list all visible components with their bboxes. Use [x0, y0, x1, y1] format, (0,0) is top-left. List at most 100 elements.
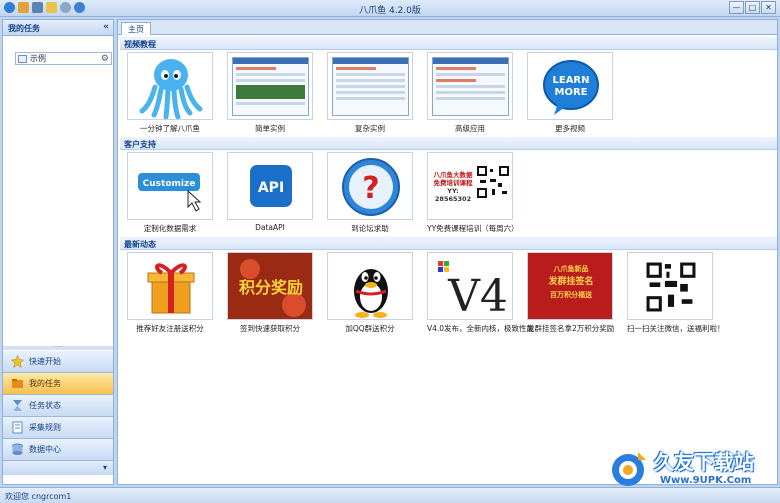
- question-icon: ?: [327, 152, 413, 220]
- card-caption: 到论坛求助: [351, 224, 389, 233]
- promo-line: 百万积分福送: [550, 291, 592, 299]
- watermark: 久友下载站 Www.9UPK.Com: [604, 446, 772, 490]
- nav-item-my-tasks[interactable]: 我的任务: [3, 373, 113, 395]
- minimize-button[interactable]: —: [729, 1, 744, 14]
- card-group-signature[interactable]: 八爪鱼新品 发群挂签名 百万积分福送 发群挂签名拿2万积分奖励: [527, 252, 615, 334]
- svg-text:V4: V4: [447, 271, 508, 320]
- promo-line: 发群挂签名: [548, 277, 594, 287]
- nav-label: 数据中心: [29, 445, 61, 454]
- star-icon: [10, 354, 25, 368]
- folder-icon: [11, 377, 24, 390]
- sidebar-title: 我的任务: [8, 24, 40, 33]
- webpage-icon: [227, 52, 313, 120]
- card-caption: 签到快速获取积分: [240, 324, 300, 333]
- nav-item-data-center[interactable]: 数据中心: [3, 439, 113, 461]
- card-caption: 发群挂签名拿2万积分奖励: [527, 324, 615, 333]
- close-button[interactable]: ✕: [761, 1, 776, 14]
- webpage-icon: [427, 52, 513, 120]
- hourglass-icon: [11, 399, 24, 412]
- card-advanced[interactable]: 高级应用: [427, 52, 513, 134]
- card-customize[interactable]: Customize 定制化数据需求: [127, 152, 213, 234]
- nav-label: 快速开始: [29, 357, 61, 366]
- svg-text:MORE: MORE: [555, 87, 588, 98]
- collapse-sidebar-button[interactable]: «: [103, 22, 109, 32]
- database-icon: [11, 443, 24, 456]
- sidebar-header: 我的任务 «: [3, 20, 113, 36]
- card-qq-group[interactable]: 加QQ群送积分: [327, 252, 413, 334]
- task-item[interactable]: 示例 ⚙: [15, 52, 112, 65]
- card-forum-help[interactable]: ? 到论坛求助: [327, 152, 413, 234]
- card-caption: DataAPI: [255, 223, 285, 232]
- tab-home[interactable]: 主页: [121, 22, 151, 35]
- svg-text:LEARN: LEARN: [552, 75, 589, 86]
- status-text: 欢迎您 cngrcom1: [5, 492, 72, 501]
- watermark-url: Www.9UPK.Com: [660, 475, 752, 486]
- card-v4-release[interactable]: V4 V4.0发布，全新内核，极致性能: [427, 252, 535, 334]
- api-icon: API: [227, 152, 313, 220]
- qq-penguin-icon: [327, 252, 413, 320]
- svg-text:?: ?: [362, 171, 379, 206]
- maximize-button[interactable]: □: [745, 1, 760, 14]
- card-caption: 加QQ群送积分: [345, 324, 395, 333]
- customize-icon: Customize: [127, 152, 213, 220]
- nav-item-rules[interactable]: 采集规则: [3, 417, 113, 439]
- document-icon: [11, 421, 24, 434]
- panel-splitter[interactable]: ·····: [3, 345, 113, 351]
- card-caption: 复杂实例: [355, 124, 385, 133]
- card-yy-training[interactable]: 八爪鱼大数据 免费培训课程 YY: 28565302 YY免费课程培训（每周六）: [427, 152, 519, 234]
- gear-icon[interactable]: ⚙: [101, 54, 109, 64]
- svg-text:Customize: Customize: [143, 179, 196, 189]
- chevron-down-icon[interactable]: ▾: [103, 463, 107, 472]
- card-caption: 扫一扫关注微信，送福利啦！: [627, 324, 725, 333]
- card-simple-example[interactable]: 简单实例: [227, 52, 313, 134]
- promo-line: 八爪鱼大数据: [433, 171, 473, 179]
- points-icon: 积分奖励: [227, 252, 313, 320]
- card-caption: 推荐好友注册送积分: [136, 324, 204, 333]
- main-panel: 主页 视频教程 一分钟了解八爪鱼 简单实例 复杂实例 高级应用 LEARN MOR…: [117, 19, 778, 485]
- card-caption: YY免费课程培训（每周六）: [427, 224, 519, 233]
- tab-bar: 主页: [118, 20, 777, 35]
- section-video-tutorials: 视频教程: [120, 37, 777, 50]
- task-icon: [18, 54, 27, 63]
- card-caption: 一分钟了解八爪鱼: [140, 124, 200, 133]
- nav-label: 任务状态: [29, 401, 61, 410]
- title-bar: 八爪鱼 4.2.0版 — □ ✕: [0, 0, 780, 17]
- octopus-icon: [127, 52, 213, 120]
- sidebar-nav: 快速开始 我的任务 任务状态 采集规则 数据中心 ▾: [3, 351, 113, 475]
- task-label: 示例: [30, 54, 46, 63]
- nav-footer: ▾: [3, 461, 113, 475]
- card-data-api[interactable]: API DataAPI: [227, 152, 313, 232]
- card-wechat-follow[interactable]: 扫一扫关注微信，送福利啦！: [627, 252, 725, 334]
- window-title: 八爪鱼 4.2.0版: [359, 6, 421, 16]
- gift-icon: [127, 252, 213, 320]
- webpage-icon: [327, 52, 413, 120]
- window-controls: — □ ✕: [729, 1, 776, 14]
- section-latest-news: 最新动态: [120, 237, 777, 250]
- card-caption: 更多视频: [555, 124, 585, 133]
- card-complex-example[interactable]: 复杂实例: [327, 52, 413, 134]
- svg-text:积分奖励: 积分奖励: [239, 278, 303, 297]
- qrcode-icon: 八爪鱼大数据 免费培训课程 YY: 28565302: [427, 152, 513, 220]
- card-checkin-points[interactable]: 积分奖励 签到快速获取积分: [227, 252, 313, 334]
- watermark-text: 久友下载站: [654, 450, 754, 474]
- card-caption: V4.0发布，全新内核，极致性能: [427, 324, 535, 333]
- sidebar: 我的任务 « 示例 ⚙ ····· 快速开始 我的任务 任务状态 采集规则 数据…: [2, 19, 114, 485]
- qrcode-icon: [627, 252, 713, 320]
- card-caption: 高级应用: [455, 124, 485, 133]
- nav-label: 采集规则: [29, 423, 61, 432]
- card-more-videos[interactable]: LEARN MORE 更多视频: [527, 52, 613, 134]
- banner-icon: 八爪鱼新品 发群挂签名 百万积分福送: [527, 252, 613, 320]
- promo-line: 免费培训课程: [433, 179, 473, 187]
- learn-more-icon: LEARN MORE: [527, 52, 613, 120]
- nav-item-quick-start[interactable]: 快速开始: [3, 351, 113, 373]
- svg-text:API: API: [258, 180, 284, 196]
- watermark-logo-icon: [612, 452, 646, 486]
- card-refer-friend[interactable]: 推荐好友注册送积分: [127, 252, 213, 334]
- card-caption: 定制化数据需求: [143, 224, 197, 233]
- card-intro-video[interactable]: 一分钟了解八爪鱼: [127, 52, 213, 134]
- v4-icon: V4: [427, 252, 513, 320]
- card-caption: 简单实例: [255, 124, 285, 133]
- promo-line: 八爪鱼新品: [553, 265, 589, 273]
- nav-item-task-status[interactable]: 任务状态: [3, 395, 113, 417]
- promo-line: YY: 28565302: [434, 187, 472, 203]
